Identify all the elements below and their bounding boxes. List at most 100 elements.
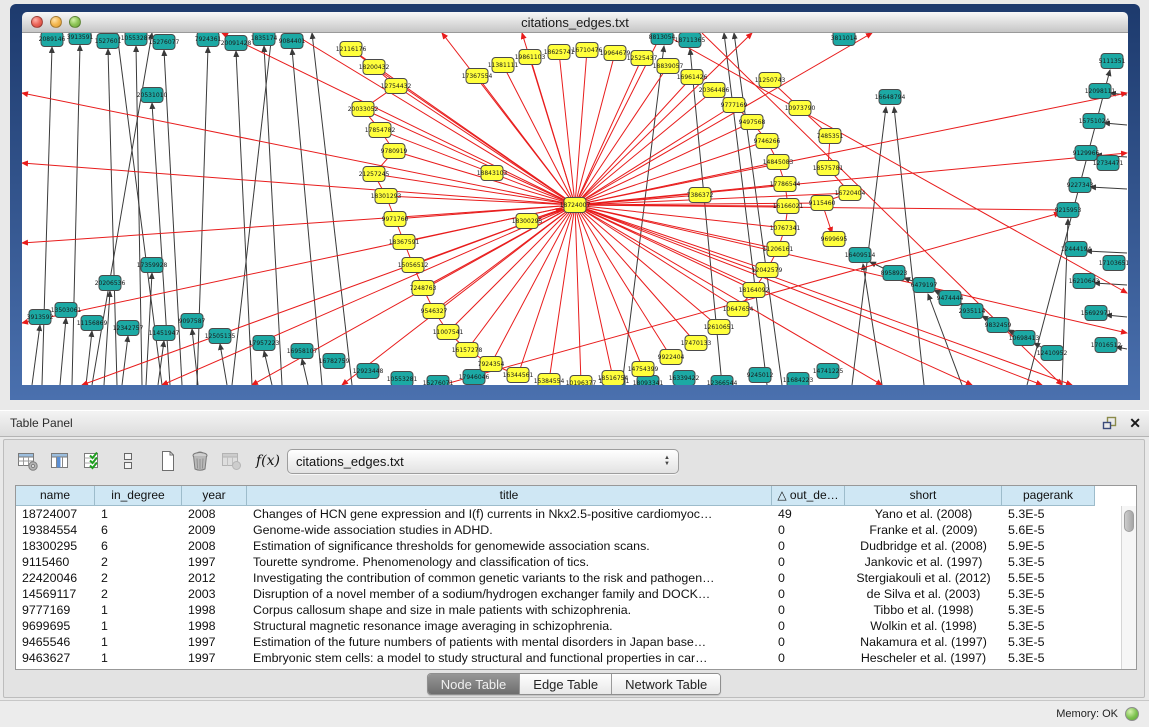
table-cell[interactable]: 5.3E-5 xyxy=(1002,618,1095,634)
graph-node[interactable]: 11206161 xyxy=(763,242,794,257)
table-cell[interactable]: 0 xyxy=(772,650,845,666)
graph-node[interactable]: 17470133 xyxy=(681,336,712,351)
graph-node[interactable]: 16157278 xyxy=(452,343,483,358)
scrollbar-thumb[interactable] xyxy=(1124,510,1134,532)
graph-node[interactable]: 18300295 xyxy=(512,214,543,229)
graph-edge[interactable] xyxy=(22,205,575,243)
table-row[interactable]: 2242004622012Investigating the contribut… xyxy=(16,570,1121,586)
table-cell[interactable]: 18300295 xyxy=(16,538,95,554)
graph-node[interactable]: 16958107 xyxy=(287,344,318,359)
table-cell[interactable]: 1997 xyxy=(182,554,247,570)
table-cell[interactable]: Changes of HCN gene expression and I(f) … xyxy=(247,506,772,522)
function-builder-icon[interactable]: f(x) xyxy=(255,447,281,475)
graph-node[interactable]: 3811014 xyxy=(831,33,858,46)
graph-node[interactable]: 8958923 xyxy=(881,266,908,281)
graph-edge[interactable] xyxy=(236,51,252,385)
graph-node[interactable]: 19964679 xyxy=(600,46,631,61)
table-cell[interactable]: Franke et al. (2009) xyxy=(845,522,1002,538)
graph-node[interactable]: 12098111 xyxy=(1085,84,1116,99)
graph-edge[interactable] xyxy=(559,52,575,205)
graph-edge[interactable] xyxy=(575,205,1127,333)
table-cell[interactable]: 2 xyxy=(95,586,182,602)
graph-edge[interactable] xyxy=(442,213,1060,385)
table-cell[interactable]: Structural magnetic resonance image aver… xyxy=(247,618,772,634)
table-row[interactable]: 1938455462009Genome-wide association stu… xyxy=(16,522,1121,538)
graph-node[interactable]: 9971760 xyxy=(382,212,409,227)
table-cell[interactable]: Corpus callosum shape and size in male p… xyxy=(247,602,772,618)
graph-node[interactable]: 9115460 xyxy=(809,196,836,211)
graph-node[interactable]: 10553281 xyxy=(387,372,418,386)
graph-node[interactable]: 12444194 xyxy=(1061,242,1092,257)
graph-edge[interactable] xyxy=(22,205,575,323)
graph-node[interactable]: 16961426 xyxy=(677,70,708,85)
tab-edge-table[interactable]: Edge Table xyxy=(520,674,612,694)
graph-node[interactable]: 13503061 xyxy=(51,303,82,318)
graph-node[interactable]: 19861103 xyxy=(515,50,546,65)
graph-node[interactable]: 9832459 xyxy=(985,318,1012,333)
column-header-year[interactable]: year xyxy=(182,486,247,506)
column-header-short[interactable]: short xyxy=(845,486,1002,506)
graph-node[interactable]: 16720404 xyxy=(835,186,866,201)
graph-edge[interactable] xyxy=(575,205,1042,385)
graph-node[interactable]: 9777169 xyxy=(721,98,748,113)
graph-node[interactable]: 7924354 xyxy=(478,357,505,372)
graph-node[interactable]: 7485351 xyxy=(817,129,844,144)
column-header-in_degree[interactable]: in_degree xyxy=(95,486,182,506)
graph-node[interactable]: 12734471 xyxy=(1093,156,1124,171)
graph-node[interactable]: 10973790 xyxy=(785,101,816,116)
table-cell[interactable]: 5.6E-5 xyxy=(1002,522,1095,538)
table-cell[interactable]: 5.3E-5 xyxy=(1002,506,1095,522)
graph-node[interactable]: 15751024 xyxy=(1079,114,1110,129)
graph-node[interactable]: 17957223 xyxy=(249,336,280,351)
graph-node[interactable]: 18164092 xyxy=(739,283,770,298)
table-cell[interactable]: 6 xyxy=(95,522,182,538)
graph-node[interactable]: 10196377 xyxy=(566,376,597,386)
table-row[interactable]: 1456911722003Disruption of a novel membe… xyxy=(16,586,1121,602)
table-cell[interactable]: Dudbridge et al. (2008) xyxy=(845,538,1002,554)
table-row[interactable]: 911546021997Tourette syndrome. Phenomeno… xyxy=(16,554,1121,570)
graph-edge[interactable] xyxy=(1090,187,1127,189)
column-chooser-icon[interactable] xyxy=(47,447,73,475)
row-selection-icon[interactable] xyxy=(79,447,105,475)
table-cell[interactable]: 1 xyxy=(95,602,182,618)
graph-edge[interactable] xyxy=(162,205,575,385)
table-cell[interactable]: 5.3E-5 xyxy=(1002,650,1095,666)
graph-node[interactable]: 10698413 xyxy=(1009,331,1040,346)
graph-node[interactable]: 20364486 xyxy=(699,83,730,98)
table-cell[interactable]: 2008 xyxy=(182,506,247,522)
graph-node[interactable]: 9097587 xyxy=(179,314,206,329)
graph-node[interactable]: 9922404 xyxy=(658,350,685,365)
table-cell[interactable]: 22420046 xyxy=(16,570,95,586)
table-cell[interactable]: 49 xyxy=(772,506,845,522)
graph-edge[interactable] xyxy=(575,66,668,205)
graph-edge[interactable] xyxy=(220,344,227,385)
table-cell[interactable]: 9463627 xyxy=(16,650,95,666)
close-panel-icon[interactable]: ✕ xyxy=(1129,415,1141,431)
table-row[interactable]: 946554611997Estimation of the future num… xyxy=(16,634,1121,650)
table-cell[interactable]: Yano et al. (2008) xyxy=(845,506,1002,522)
vertical-scrollbar[interactable] xyxy=(1121,506,1136,669)
graph-node[interactable]: 18301293 xyxy=(371,189,402,204)
graph-edge[interactable] xyxy=(264,351,272,385)
graph-node[interactable]: 12505135 xyxy=(205,329,236,344)
graph-node[interactable]: 12410952 xyxy=(1037,346,1068,361)
table-cell[interactable]: 5.3E-5 xyxy=(1002,634,1095,650)
table-settings-icon[interactable] xyxy=(15,447,41,475)
graph-node[interactable]: 7248763 xyxy=(410,281,437,296)
graph-edge[interactable] xyxy=(108,49,117,385)
graph-node[interactable]: 18843103 xyxy=(477,166,508,181)
graph-node[interactable]: 9699695 xyxy=(821,232,848,247)
graph-node[interactable]: 12342757 xyxy=(113,321,144,336)
graph-node[interactable]: 16166021 xyxy=(773,199,804,214)
graph-node[interactable]: 1835174 xyxy=(251,33,278,46)
table-cell[interactable]: 0 xyxy=(772,618,845,634)
graph-node[interactable]: 16782759 xyxy=(319,354,350,369)
graph-edge[interactable] xyxy=(662,33,1127,293)
table-row[interactable]: 977716911998Corpus callosum shape and si… xyxy=(16,602,1121,618)
graph-node[interactable]: 21257245 xyxy=(359,167,390,182)
graph-edge[interactable] xyxy=(152,103,170,385)
table-cell[interactable]: 2008 xyxy=(182,538,247,554)
table-cell[interactable]: 1997 xyxy=(182,634,247,650)
table-cell[interactable]: 0 xyxy=(772,570,845,586)
graph-edge[interactable] xyxy=(60,318,66,385)
